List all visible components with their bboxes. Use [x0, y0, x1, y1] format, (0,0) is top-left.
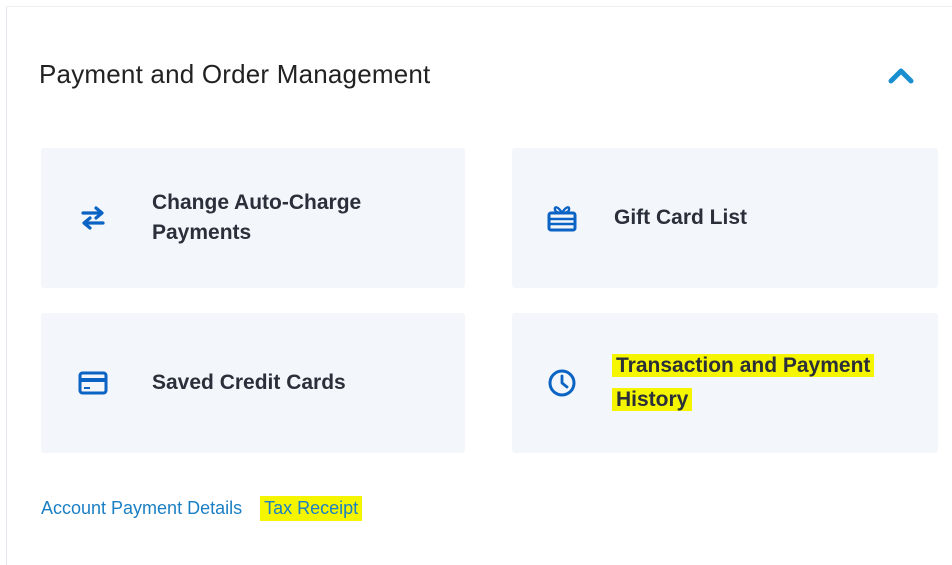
- gift-card-list-card[interactable]: Gift Card List: [512, 148, 938, 288]
- credit-card-icon: [73, 363, 113, 403]
- footer-links: Account Payment Details Tax Receipt: [41, 496, 363, 521]
- highlighted-text: History: [612, 388, 693, 411]
- tax-receipt-link[interactable]: Tax Receipt: [260, 496, 363, 521]
- chevron-up-icon: [888, 68, 914, 84]
- section-title: Payment and Order Management: [39, 59, 431, 89]
- collapse-button[interactable]: [881, 57, 921, 93]
- clock-icon: [542, 363, 582, 403]
- card-label-line1: Transaction and Payment: [612, 349, 875, 383]
- card-label-line1: Change Auto-Charge: [152, 191, 362, 214]
- saved-credit-cards-card[interactable]: Saved Credit Cards: [41, 313, 465, 453]
- card-label-line2: History: [612, 383, 874, 417]
- card-label-line2: Payments: [152, 221, 252, 244]
- account-payment-details-link[interactable]: Account Payment Details: [41, 498, 242, 519]
- transaction-payment-history-card[interactable]: Transaction and Payment History: [512, 313, 938, 453]
- card-label: Saved Credit Cards: [152, 371, 346, 394]
- payment-order-management-panel: Payment and Order Management Change Auto…: [6, 6, 952, 565]
- highlighted-text: Transaction and Payment: [612, 354, 875, 377]
- swap-arrows-icon: [73, 198, 113, 238]
- change-auto-charge-payments-card[interactable]: Change Auto-Charge Payments: [41, 148, 465, 288]
- gift-card-icon: [542, 198, 582, 238]
- card-label: Gift Card List: [614, 206, 748, 229]
